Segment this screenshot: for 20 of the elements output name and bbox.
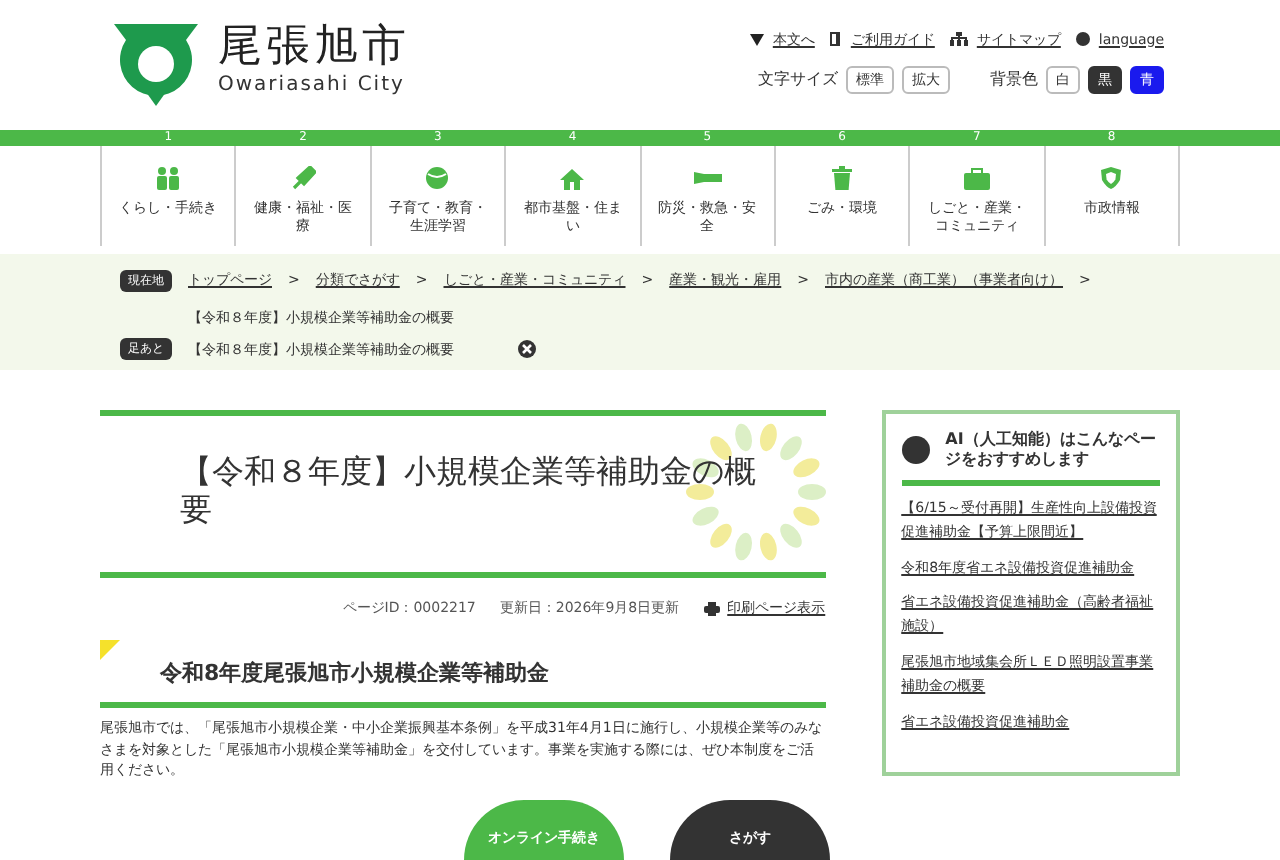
- house-icon: [560, 167, 585, 189]
- section-heading: 令和8年度尾張旭市小規模企業等補助金: [160, 659, 552, 687]
- people-icon: [154, 166, 183, 190]
- printer-icon: [703, 602, 720, 617]
- briefcase-icon: [963, 167, 990, 189]
- page-title: 【令和８年度】小規模企業等補助金の概要: [180, 452, 758, 529]
- trash-icon: [832, 166, 853, 190]
- flashlight-icon: [693, 170, 722, 186]
- corner-triangle-icon: [100, 639, 120, 660]
- background-color-label: 背景色: [990, 68, 1038, 93]
- syringe-icon: [291, 166, 316, 190]
- close-icon[interactable]: [518, 340, 536, 359]
- triangle-icon: [750, 33, 765, 46]
- recommend-title: AI（人工知能）はこんなページをおすすめします: [945, 430, 1158, 472]
- sitemap-icon: [950, 32, 969, 47]
- font-size-label: 文字サイズ: [758, 68, 838, 93]
- city-name-logo[interactable]: 尾張旭市: [218, 25, 410, 69]
- city-name-roman: Owariasahi City: [218, 71, 407, 99]
- ball-icon: [424, 166, 451, 190]
- shield-icon: [1100, 166, 1123, 190]
